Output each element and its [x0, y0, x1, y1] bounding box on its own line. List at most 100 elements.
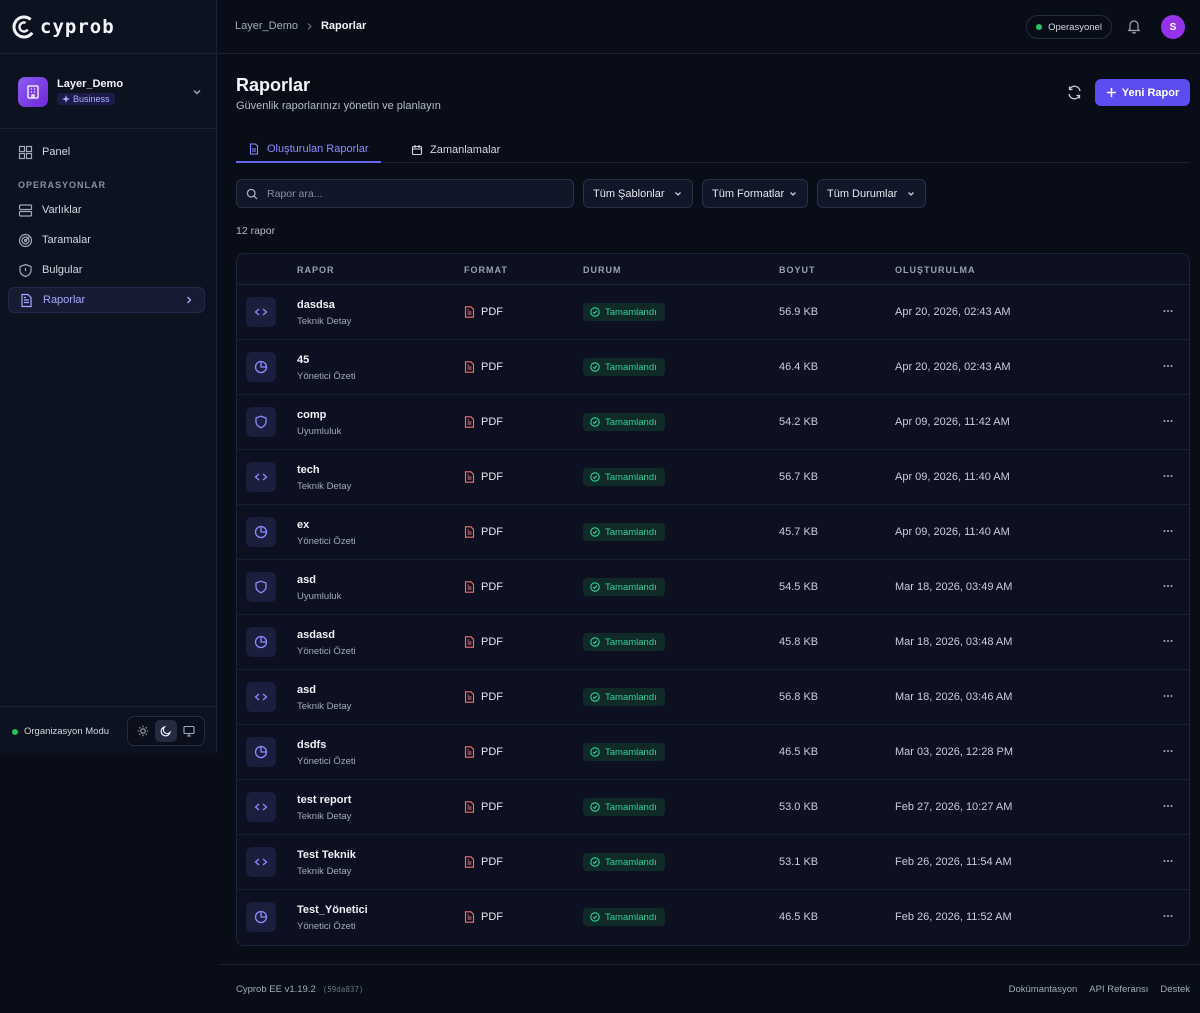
table-row[interactable]: dsdfs Yönetici Özeti PDF Tamamlandı 46.5 KB M… — [237, 725, 1189, 780]
workspace-switcher[interactable]: Layer_Demo Business — [18, 76, 203, 108]
more-options-icon[interactable] — [1162, 470, 1174, 482]
report-name[interactable]: tech — [297, 464, 320, 476]
more-options-icon[interactable] — [1162, 580, 1174, 592]
report-name[interactable]: asd — [297, 684, 316, 696]
table-row[interactable]: ex Yönetici Özeti PDF Tamamlandı 45.7 KB Apr … — [237, 505, 1189, 560]
column-header-report[interactable]: RAPOR — [297, 265, 335, 275]
column-header-format[interactable]: FORMAT — [464, 265, 508, 275]
more-options-icon[interactable] — [1162, 690, 1174, 702]
more-options-icon[interactable] — [1162, 800, 1174, 812]
sidebar-divider — [0, 128, 217, 129]
report-name[interactable]: dsdfs — [297, 739, 326, 751]
report-created-date: Apr 20, 2026, 02:43 AM — [895, 361, 1011, 373]
table-row[interactable]: asd Teknik Detay PDF Tamamlandı 56.8 KB Mar 1… — [237, 670, 1189, 725]
table-row[interactable]: test report Teknik Detay PDF Tamamlandı 53.0… — [237, 780, 1189, 835]
shield-alert-icon — [19, 263, 32, 277]
format-label: PDF — [481, 306, 503, 318]
sidebar-divider — [0, 53, 217, 54]
more-options-icon[interactable] — [1162, 635, 1174, 647]
pdf-file-icon — [464, 416, 475, 428]
status-badge: Tamamlandı — [583, 468, 665, 486]
report-name[interactable]: 45 — [297, 354, 309, 366]
footer-link-docs[interactable]: Dokümantasyon — [1009, 984, 1078, 995]
sidebar-item-findings[interactable]: Bulgular — [8, 257, 205, 283]
table-row[interactable]: asd Uyumluluk PDF Tamamlandı 54.5 KB Mar 18, … — [237, 560, 1189, 615]
more-options-icon[interactable] — [1162, 910, 1174, 922]
pdf-file-icon — [464, 801, 475, 813]
user-avatar[interactable]: S — [1161, 15, 1185, 39]
status-label: Tamamlandı — [605, 416, 657, 428]
report-format: PDF — [464, 306, 503, 318]
report-name[interactable]: asdasd — [297, 629, 335, 641]
report-format: PDF — [464, 471, 503, 483]
report-name[interactable]: comp — [297, 409, 326, 421]
report-type: Teknik Detay — [297, 701, 352, 712]
sidebar-item-panel[interactable]: Panel — [8, 139, 205, 165]
more-options-icon[interactable] — [1162, 360, 1174, 372]
system-status-badge[interactable]: Operasyonel — [1026, 15, 1112, 39]
report-name[interactable]: test report — [297, 794, 351, 806]
moon-icon — [160, 725, 172, 737]
table-row[interactable]: tech Teknik Detay PDF Tamamlandı 56.7 KB Apr … — [237, 450, 1189, 505]
pdf-file-icon — [464, 361, 475, 373]
check-circle-icon — [590, 747, 600, 757]
status-badge: Tamamlandı — [583, 523, 665, 541]
table-row[interactable]: comp Uyumluluk PDF Tamamlandı 54.2 KB Apr 09,… — [237, 395, 1189, 450]
table-row[interactable]: dasdsa Teknik Detay PDF Tamamlandı 56.9 KB Ap… — [237, 285, 1189, 340]
report-type-badge — [246, 572, 276, 602]
more-options-icon[interactable] — [1162, 745, 1174, 757]
refresh-icon[interactable] — [1066, 84, 1083, 101]
table-row[interactable]: Test_Yönetici Yönetici Özeti PDF Tamamlandı… — [237, 890, 1189, 945]
sidebar-item-scans[interactable]: Taramalar — [8, 227, 205, 253]
system-theme-button[interactable] — [178, 720, 200, 742]
report-type-badge — [246, 847, 276, 877]
report-name[interactable]: ex — [297, 519, 309, 531]
footer-link-support[interactable]: Destek — [1160, 984, 1190, 995]
bell-icon[interactable] — [1126, 18, 1142, 34]
footer-link-api[interactable]: API Referansı — [1089, 984, 1148, 995]
light-theme-button[interactable] — [132, 720, 154, 742]
section-label-operations: OPERASYONLAR — [18, 180, 107, 190]
tab-schedules[interactable]: Zamanlamalar — [399, 136, 512, 163]
status-label: Tamamlandı — [605, 746, 657, 758]
more-options-icon[interactable] — [1162, 855, 1174, 867]
page-subtitle: Güvenlik raporlarınızı yönetin ve planla… — [236, 100, 441, 112]
report-format: PDF — [464, 746, 503, 758]
breadcrumb-parent[interactable]: Layer_Demo — [235, 20, 298, 32]
more-options-icon[interactable] — [1162, 525, 1174, 537]
more-options-icon[interactable] — [1162, 415, 1174, 427]
tab-generated-reports[interactable]: Oluşturulan Raporlar — [236, 136, 381, 163]
footer-divider — [218, 964, 1200, 965]
table-row[interactable]: asdasd Yönetici Özeti PDF Tamamlandı 45.8 KB… — [237, 615, 1189, 670]
check-circle-icon — [590, 802, 600, 812]
status-label: Tamamlandı — [605, 581, 657, 593]
document-icon — [21, 293, 32, 307]
new-report-button[interactable]: Yeni Rapor — [1095, 79, 1190, 106]
dark-theme-button[interactable] — [154, 720, 177, 742]
sparkle-icon — [62, 95, 70, 103]
report-name[interactable]: asd — [297, 574, 316, 586]
sidebar-item-reports[interactable]: Raporlar — [8, 287, 205, 313]
table-header: RAPOR FORMAT DURUM BOYUT OLUŞTURULMA — [237, 254, 1189, 285]
table-row[interactable]: 45 Yönetici Özeti PDF Tamamlandı 46.4 KB Apr … — [237, 340, 1189, 395]
report-name[interactable]: Test Teknik — [297, 849, 356, 861]
report-name[interactable]: Test_Yönetici — [297, 904, 368, 916]
code-icon — [254, 803, 268, 811]
status-filter-select[interactable]: Tüm Durumlar — [817, 179, 926, 208]
template-filter-select[interactable]: Tüm Şablonlar — [583, 179, 693, 208]
report-name[interactable]: dasdsa — [297, 299, 335, 311]
status-badge: Tamamlandı — [583, 908, 665, 926]
table-row[interactable]: Test Teknik Teknik Detay PDF Tamamlandı 53.1… — [237, 835, 1189, 890]
search-input[interactable] — [267, 187, 547, 200]
monitor-icon — [183, 725, 195, 737]
brand-logo[interactable]: cyprob — [12, 14, 115, 40]
report-created-date: Mar 03, 2026, 12:28 PM — [895, 746, 1014, 758]
more-options-icon[interactable] — [1162, 305, 1174, 317]
report-format: PDF — [464, 416, 503, 428]
format-filter-select[interactable]: Tüm Formatlar — [702, 179, 808, 208]
column-header-status[interactable]: DURUM — [583, 265, 622, 275]
column-header-size[interactable]: BOYUT — [779, 265, 816, 275]
column-header-created[interactable]: OLUŞTURULMA — [895, 265, 976, 275]
sidebar-item-label: Bulgular — [42, 264, 83, 276]
sidebar-item-assets[interactable]: Varlıklar — [8, 197, 205, 223]
